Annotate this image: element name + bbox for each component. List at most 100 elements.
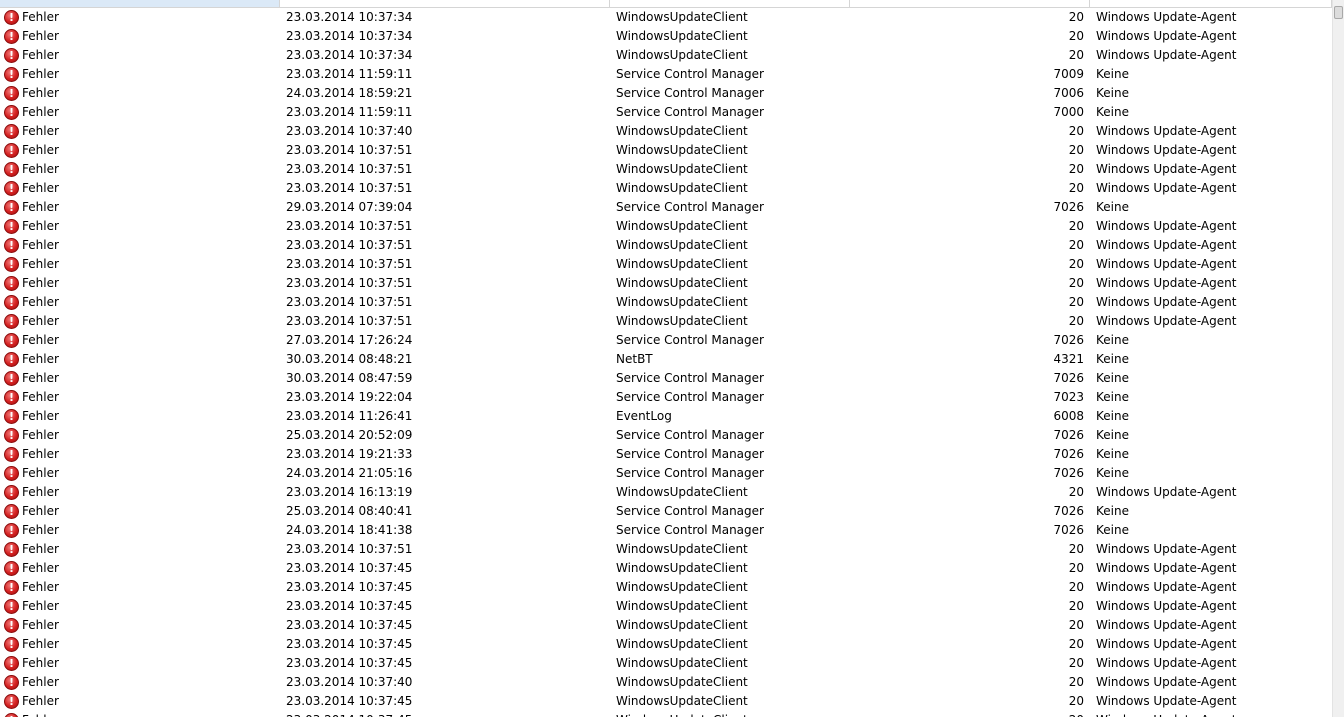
column-header-source[interactable] xyxy=(610,0,850,7)
source-cell: Service Control Manager xyxy=(616,200,764,214)
table-row[interactable]: Fehler 23.03.2014 10:37:45 WindowsUpdateCl… xyxy=(0,711,1332,717)
source-cell: EventLog xyxy=(616,409,672,423)
date-cell: 23.03.2014 10:37:45 xyxy=(286,637,413,651)
source-cell: WindowsUpdateClient xyxy=(616,219,748,233)
table-row[interactable]: Fehler 23.03.2014 10:37:51 WindowsUpdateCl… xyxy=(0,141,1332,160)
event-id-cell: 20 xyxy=(1068,580,1084,594)
task-cell: Windows Update-Agent xyxy=(1096,181,1237,195)
table-row[interactable]: Fehler 24.03.2014 21:05:16 Service Control… xyxy=(0,464,1332,483)
table-row[interactable]: Fehler 23.03.2014 10:37:51 WindowsUpdateCl… xyxy=(0,160,1332,179)
source-cell: Service Control Manager xyxy=(616,523,764,537)
table-row[interactable]: Fehler 23.03.2014 10:37:45 WindowsUpdateCl… xyxy=(0,597,1332,616)
event-id-cell: 4321 xyxy=(1053,352,1084,366)
error-icon xyxy=(4,542,19,557)
level-cell: Fehler xyxy=(22,219,59,233)
level-cell: Fehler xyxy=(22,561,59,575)
source-cell: WindowsUpdateClient xyxy=(616,618,748,632)
source-cell: WindowsUpdateClient xyxy=(616,295,748,309)
source-cell: Service Control Manager xyxy=(616,447,764,461)
table-row[interactable]: Fehler 23.03.2014 10:37:45 WindowsUpdateCl… xyxy=(0,692,1332,711)
column-header-task[interactable] xyxy=(1090,0,1332,7)
level-cell: Fehler xyxy=(22,485,59,499)
column-header-level[interactable] xyxy=(0,0,280,7)
table-row[interactable]: Fehler 23.03.2014 11:59:11 Service Control… xyxy=(0,65,1332,84)
source-cell: WindowsUpdateClient xyxy=(616,314,748,328)
table-row[interactable]: Fehler 23.03.2014 10:37:45 WindowsUpdateCl… xyxy=(0,578,1332,597)
table-row[interactable]: Fehler 30.03.2014 08:47:59 Service Control… xyxy=(0,369,1332,388)
source-cell: WindowsUpdateClient xyxy=(616,694,748,708)
table-row[interactable]: Fehler 23.03.2014 10:37:45 WindowsUpdateCl… xyxy=(0,559,1332,578)
date-cell: 23.03.2014 10:37:45 xyxy=(286,618,413,632)
source-cell: WindowsUpdateClient xyxy=(616,542,748,556)
table-row[interactable]: Fehler 25.03.2014 20:52:09 Service Control… xyxy=(0,426,1332,445)
date-cell: 23.03.2014 10:37:51 xyxy=(286,143,413,157)
table-row[interactable]: Fehler 23.03.2014 10:37:51 WindowsUpdateCl… xyxy=(0,540,1332,559)
table-row[interactable]: Fehler 24.03.2014 18:59:21 Service Control… xyxy=(0,84,1332,103)
scroll-thumb[interactable] xyxy=(1334,6,1343,19)
column-header-event-id[interactable] xyxy=(850,0,1090,7)
table-row[interactable]: Fehler 25.03.2014 08:40:41 Service Control… xyxy=(0,502,1332,521)
task-cell: Keine xyxy=(1096,523,1129,537)
task-cell: Windows Update-Agent xyxy=(1096,599,1237,613)
event-id-cell: 20 xyxy=(1068,656,1084,670)
event-id-cell: 20 xyxy=(1068,10,1084,24)
task-cell: Keine xyxy=(1096,409,1129,423)
table-row[interactable]: Fehler 23.03.2014 10:37:51 WindowsUpdateCl… xyxy=(0,179,1332,198)
level-cell: Fehler xyxy=(22,124,59,138)
table-row[interactable]: Fehler 27.03.2014 17:26:24 Service Control… xyxy=(0,331,1332,350)
table-row[interactable]: Fehler 23.03.2014 10:37:51 WindowsUpdateCl… xyxy=(0,274,1332,293)
task-cell: Windows Update-Agent xyxy=(1096,238,1237,252)
task-cell: Windows Update-Agent xyxy=(1096,542,1237,556)
table-row[interactable]: Fehler 23.03.2014 10:37:34 WindowsUpdateCl… xyxy=(0,8,1332,27)
table-row[interactable]: Fehler 23.03.2014 16:13:19 WindowsUpdateCl… xyxy=(0,483,1332,502)
table-row[interactable]: Fehler 23.03.2014 10:37:40 WindowsUpdateCl… xyxy=(0,673,1332,692)
column-header-date[interactable] xyxy=(280,0,610,7)
error-icon xyxy=(4,105,19,120)
table-row[interactable]: Fehler 23.03.2014 10:37:34 WindowsUpdateCl… xyxy=(0,46,1332,65)
date-cell: 23.03.2014 10:37:51 xyxy=(286,181,413,195)
table-row[interactable]: Fehler 23.03.2014 10:37:40 WindowsUpdateCl… xyxy=(0,122,1332,141)
table-row[interactable]: Fehler 23.03.2014 10:37:34 WindowsUpdateCl… xyxy=(0,27,1332,46)
table-row[interactable]: Fehler 23.03.2014 10:37:45 WindowsUpdateCl… xyxy=(0,654,1332,673)
table-row[interactable]: Fehler 23.03.2014 11:59:11 Service Control… xyxy=(0,103,1332,122)
event-id-cell: 6008 xyxy=(1053,409,1084,423)
source-cell: WindowsUpdateClient xyxy=(616,711,850,717)
event-id-cell: 7026 xyxy=(1053,466,1084,480)
error-icon xyxy=(4,523,19,538)
level-cell: Fehler xyxy=(22,67,59,81)
table-row[interactable]: Fehler 24.03.2014 18:41:38 Service Control… xyxy=(0,521,1332,540)
error-icon xyxy=(4,257,19,272)
date-cell: 23.03.2014 10:37:51 xyxy=(286,238,413,252)
table-row[interactable]: Fehler 23.03.2014 10:37:51 WindowsUpdateCl… xyxy=(0,255,1332,274)
table-row[interactable]: Fehler 30.03.2014 08:48:21 NetBT 4321 Keine xyxy=(0,350,1332,369)
table-row[interactable]: Fehler 29.03.2014 07:39:04 Service Control… xyxy=(0,198,1332,217)
table-row[interactable]: Fehler 23.03.2014 11:26:41 EventLog 6008 Kei… xyxy=(0,407,1332,426)
date-cell: 24.03.2014 18:59:21 xyxy=(286,86,413,100)
date-cell: 23.03.2014 10:37:34 xyxy=(286,48,413,62)
task-cell: Windows Update-Agent xyxy=(1096,580,1237,594)
vertical-scrollbar[interactable] xyxy=(1332,0,1344,717)
error-icon xyxy=(4,599,19,614)
source-cell: NetBT xyxy=(616,352,653,366)
error-icon xyxy=(4,504,19,519)
table-row[interactable]: Fehler 23.03.2014 10:37:51 WindowsUpdateCl… xyxy=(0,236,1332,255)
table-row[interactable]: Fehler 23.03.2014 10:37:51 WindowsUpdateCl… xyxy=(0,293,1332,312)
table-row[interactable]: Fehler 23.03.2014 10:37:51 WindowsUpdateCl… xyxy=(0,312,1332,331)
error-icon xyxy=(4,618,19,633)
level-cell: Fehler xyxy=(22,143,59,157)
date-cell: 25.03.2014 08:40:41 xyxy=(286,504,413,518)
table-row[interactable]: Fehler 23.03.2014 10:37:45 WindowsUpdateCl… xyxy=(0,635,1332,654)
source-cell: Service Control Manager xyxy=(616,466,764,480)
table-row[interactable]: Fehler 23.03.2014 10:37:45 WindowsUpdateCl… xyxy=(0,616,1332,635)
date-cell: 23.03.2014 19:21:33 xyxy=(286,447,413,461)
table-row[interactable]: Fehler 23.03.2014 19:22:04 Service Control… xyxy=(0,388,1332,407)
date-cell: 23.03.2014 11:26:41 xyxy=(286,409,413,423)
table-row[interactable]: Fehler 23.03.2014 19:21:33 Service Control… xyxy=(0,445,1332,464)
date-cell: 30.03.2014 08:47:59 xyxy=(286,371,413,385)
task-cell: Windows Update-Agent xyxy=(1096,162,1237,176)
table-row[interactable]: Fehler 23.03.2014 10:37:51 WindowsUpdateCl… xyxy=(0,217,1332,236)
error-icon xyxy=(4,352,19,367)
level-cell: Fehler xyxy=(22,618,59,632)
error-icon xyxy=(4,124,19,139)
source-cell: WindowsUpdateClient xyxy=(616,599,748,613)
